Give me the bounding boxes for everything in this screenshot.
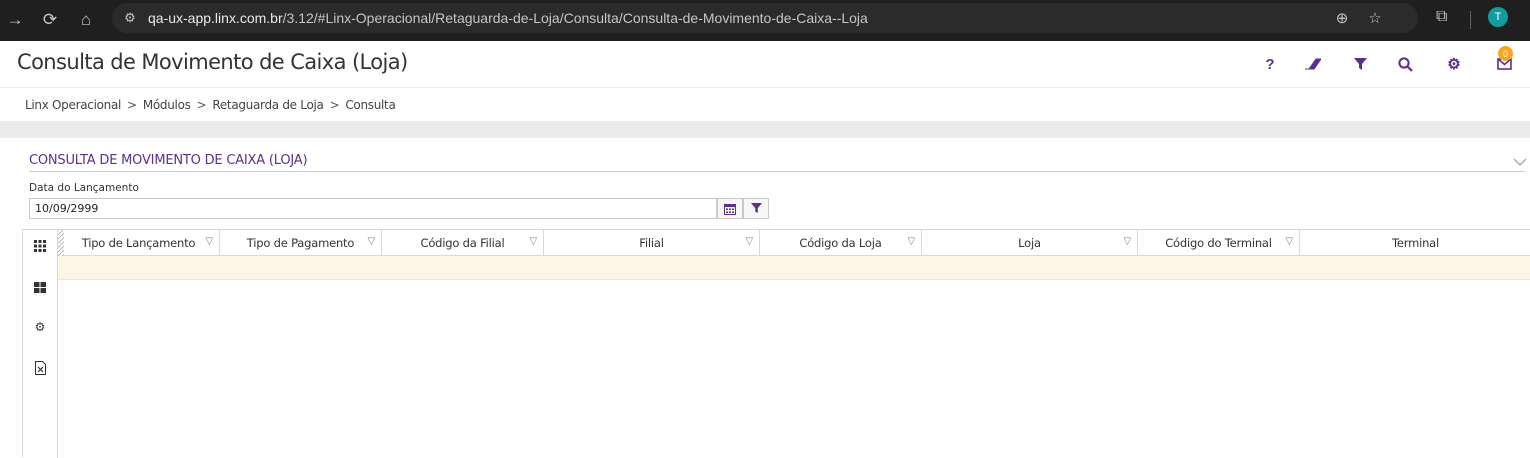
bookmark-star-icon[interactable]: ☆ bbox=[1365, 8, 1385, 28]
column-filter-icon[interactable]: ▽ bbox=[746, 236, 754, 247]
filter-icon[interactable] bbox=[1349, 53, 1371, 75]
results-grid: ⚙ Tipo de Lançamento ▽ Tipo de Pagamento ▽… bbox=[22, 229, 1530, 458]
address-bar[interactable]: ⚙ qa-ux-app.linx.com.br/3.12/#Linx-Opera… bbox=[112, 3, 1418, 33]
query-panel: CONSULTA DE MOVIMENTO DE CAIXA (LOJA) Da… bbox=[13, 138, 1530, 458]
column-label: Código da Loja bbox=[799, 236, 882, 250]
content-divider-band bbox=[0, 121, 1530, 138]
column-filter-icon[interactable]: ▽ bbox=[206, 236, 214, 247]
column-filter-icon[interactable]: ▽ bbox=[908, 236, 916, 247]
date-filter-icon[interactable] bbox=[743, 198, 769, 219]
search-icon[interactable] bbox=[1394, 53, 1416, 75]
column-header[interactable]: Tipo de Lançamento ▽ bbox=[58, 230, 220, 256]
zoom-icon[interactable]: ⊕ bbox=[1332, 8, 1352, 28]
cogs-settings-icon[interactable]: ⚙ bbox=[32, 319, 48, 335]
column-filter-icon[interactable]: ▽ bbox=[1286, 236, 1294, 247]
notification-badge: 0 bbox=[1498, 46, 1513, 61]
home-icon[interactable]: ⌂ bbox=[73, 7, 99, 33]
date-field[interactable]: 10/09/2999 bbox=[29, 198, 717, 219]
profile-avatar[interactable]: T bbox=[1488, 7, 1508, 27]
breadcrumb-separator: > bbox=[196, 98, 207, 112]
column-header[interactable]: Código da Loja ▽ bbox=[760, 230, 922, 256]
column-label: Código da Filial bbox=[420, 236, 505, 250]
layout-grid-icon[interactable] bbox=[32, 279, 48, 295]
column-filter-icon[interactable]: ▽ bbox=[1124, 236, 1132, 247]
breadcrumb-item-consulta[interactable]: Consulta bbox=[345, 98, 395, 112]
breadcrumb-item-retaguarda[interactable]: Retaguarda de Loja bbox=[212, 98, 324, 112]
url-path: /3.12/#Linx-Operacional/Retaguarda-de-Lo… bbox=[282, 10, 868, 26]
calendar-icon[interactable] bbox=[717, 198, 743, 219]
column-chooser-icon[interactable] bbox=[32, 238, 48, 254]
url-host: qa-ux-app.linx.com.br bbox=[148, 10, 283, 26]
breadcrumb: Linx Operacional > Módulos > Retaguarda de L… bbox=[25, 98, 396, 112]
excel-export-icon[interactable] bbox=[32, 360, 48, 376]
column-filter-icon[interactable]: ▽ bbox=[368, 236, 376, 247]
column-label: Terminal bbox=[1392, 236, 1439, 250]
column-label: Tipo de Pagamento bbox=[246, 236, 355, 250]
eraser-icon[interactable] bbox=[1302, 53, 1324, 75]
panel-title: CONSULTA DE MOVIMENTO DE CAIXA (LOJA) bbox=[29, 153, 308, 168]
page-title: Consulta de Movimento de Caixa (Loja) bbox=[17, 50, 408, 74]
column-label: Tipo de Lançamento bbox=[81, 236, 196, 250]
date-field-label: Data do Lançamento bbox=[29, 182, 139, 194]
forward-icon[interactable]: → bbox=[2, 7, 28, 33]
column-filter-icon[interactable]: ▽ bbox=[530, 236, 538, 247]
site-settings-icon[interactable]: ⚙ bbox=[120, 8, 140, 28]
breadcrumb-item-linx-operacional[interactable]: Linx Operacional bbox=[25, 98, 121, 112]
breadcrumb-separator: > bbox=[127, 98, 137, 112]
column-header[interactable]: Loja ▽ bbox=[922, 230, 1138, 256]
breadcrumb-separator: > bbox=[329, 98, 340, 112]
grid-empty-row bbox=[58, 256, 1530, 280]
column-header[interactable]: Código da Filial ▽ bbox=[382, 230, 544, 256]
column-header[interactable]: Terminal bbox=[1300, 230, 1530, 256]
chevron-down-icon[interactable] bbox=[1513, 155, 1527, 169]
grid-toolbar: ⚙ bbox=[23, 230, 58, 458]
settings-gear-icon[interactable]: ⚙ bbox=[1443, 53, 1465, 75]
reload-icon[interactable]: ⟳ bbox=[37, 7, 63, 33]
panel-title-underline bbox=[29, 171, 1525, 172]
browser-toolbar: → ⟳ ⌂ ⚙ qa-ux-app.linx.com.br/3.12/#Linx… bbox=[0, 0, 1530, 41]
column-header[interactable]: Tipo de Pagamento ▽ bbox=[220, 230, 382, 256]
grid-header: Tipo de Lançamento ▽ Tipo de Pagamento ▽ C… bbox=[58, 230, 1530, 256]
column-label: Filial bbox=[639, 236, 664, 250]
extensions-icon[interactable]: ⧉ bbox=[1436, 8, 1447, 26]
column-header[interactable]: Filial ▽ bbox=[544, 230, 760, 256]
column-label: Loja bbox=[1018, 236, 1041, 250]
column-label: Código do Terminal bbox=[1165, 236, 1272, 250]
more-menu-icon[interactable]: ⋮ bbox=[1524, 55, 1530, 72]
help-icon[interactable]: ? bbox=[1259, 53, 1281, 75]
column-header[interactable]: Código do Terminal ▽ bbox=[1138, 230, 1300, 256]
breadcrumb-item-modulos[interactable]: Módulos bbox=[143, 98, 191, 112]
url-text[interactable]: qa-ux-app.linx.com.br/3.12/#Linx-Operaci… bbox=[148, 10, 868, 26]
toolbar-divider bbox=[1470, 11, 1471, 29]
app-header: Consulta de Movimento de Caixa (Loja) ? … bbox=[0, 41, 1530, 88]
